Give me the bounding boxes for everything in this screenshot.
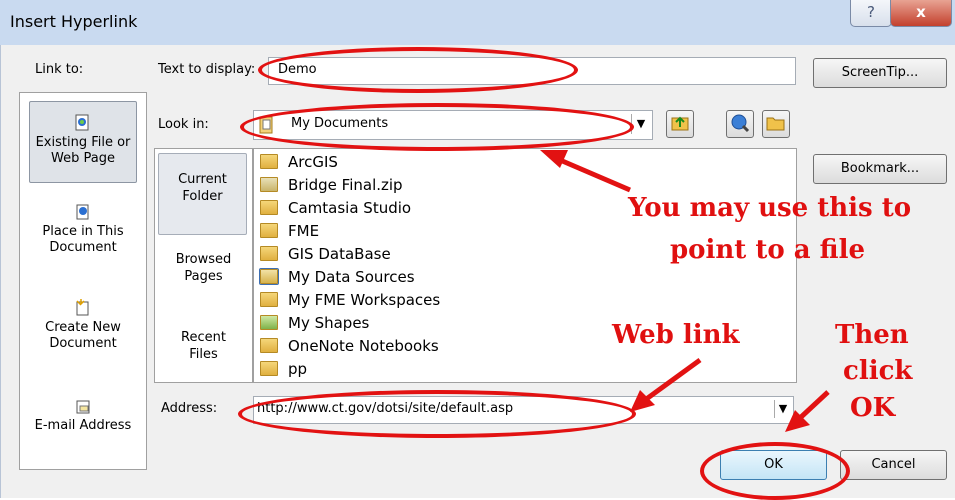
arrow-head-look-in <box>540 150 568 168</box>
annotation-then-1: Then <box>835 320 909 350</box>
annotation-point-file-2: point to a file <box>670 235 865 265</box>
annotation-then-3: OK <box>850 393 896 423</box>
annotation-point-file-1: You may use this to <box>628 193 912 223</box>
arrow-to-look-in <box>559 157 631 193</box>
arrow-to-address <box>643 357 702 403</box>
annotation-web-link: Web link <box>612 320 740 350</box>
annotation-then-2: click <box>843 356 913 386</box>
arrow-to-ok <box>798 390 830 420</box>
